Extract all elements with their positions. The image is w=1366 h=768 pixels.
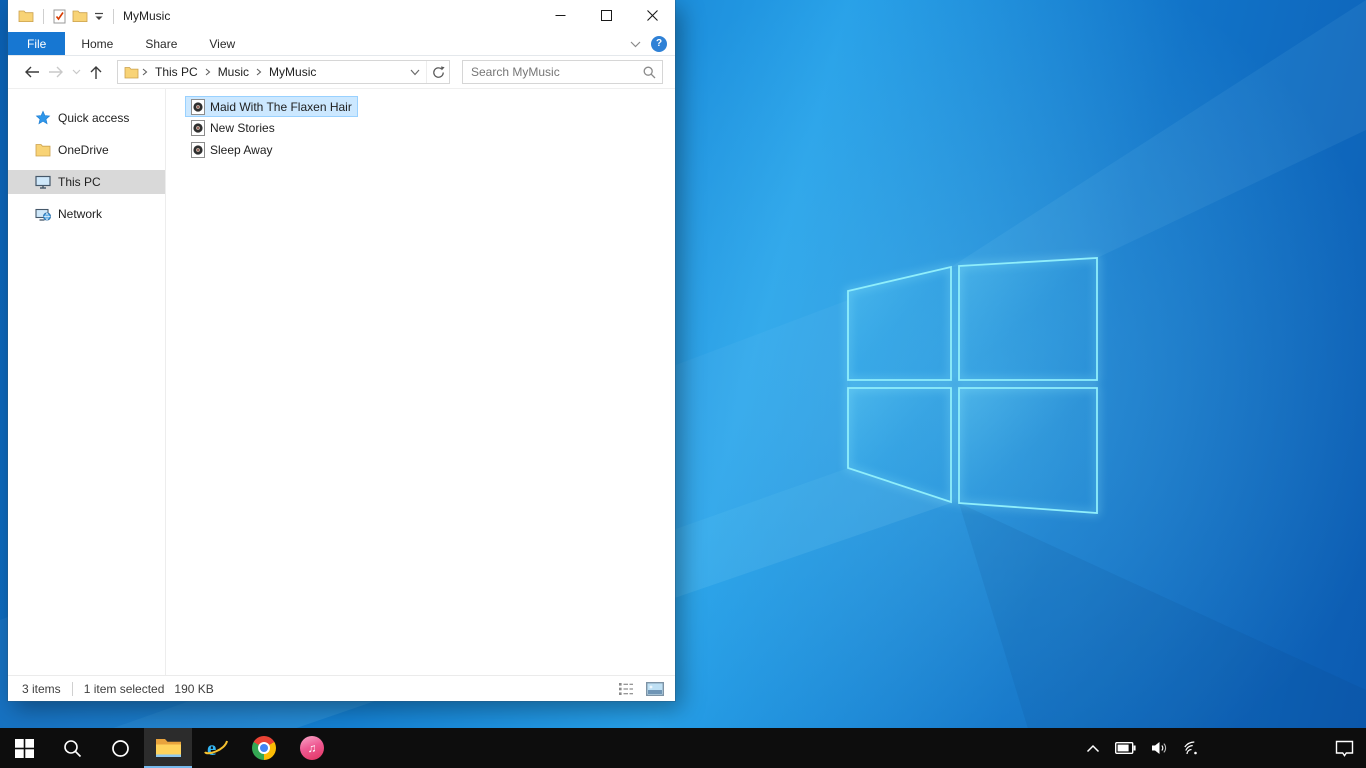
forward-button[interactable]	[44, 60, 68, 84]
breadcrumb: This PC Music MyMusic	[142, 65, 404, 79]
search-box[interactable]	[462, 60, 663, 84]
close-button[interactable]	[629, 0, 675, 30]
file-list[interactable]: Maid With The Flaxen Hair New Stories Sl…	[166, 89, 675, 675]
qat-separator	[43, 8, 44, 24]
tab-home[interactable]: Home	[65, 32, 129, 55]
file-name: Sleep Away	[210, 142, 273, 157]
up-button[interactable]	[84, 60, 108, 84]
taskbar: e ♫	[0, 728, 1366, 768]
audio-file-icon	[191, 120, 205, 136]
refresh-icon[interactable]	[426, 61, 449, 83]
sidebar-item-label: This PC	[58, 175, 101, 189]
start-button[interactable]	[0, 728, 48, 768]
itunes-icon: ♫	[300, 736, 324, 760]
minimize-button[interactable]	[537, 0, 583, 30]
file-explorer-window: MyMusic File Home Share View ? This PC M…	[8, 0, 675, 701]
action-center-icon[interactable]	[1335, 740, 1354, 757]
cortana-button[interactable]	[96, 728, 144, 768]
window-folder-icon	[18, 9, 34, 23]
sidebar-item-this-pc[interactable]: This PC	[8, 170, 165, 194]
taskbar-internet-explorer-button[interactable]: e	[192, 728, 240, 768]
caption-buttons	[537, 0, 675, 32]
selection-size: 190 KB	[174, 681, 214, 696]
expand-ribbon-chevron-icon[interactable]	[630, 37, 641, 51]
this-pc-monitor-icon	[35, 175, 51, 189]
window-title: MyMusic	[123, 9, 171, 23]
taskbar-chrome-button[interactable]	[240, 728, 288, 768]
taskbar-file-explorer-button[interactable]	[144, 728, 192, 768]
status-bar: 3 items 1 item selected 190 KB	[8, 675, 675, 701]
sidebar-item-quick-access[interactable]: Quick access	[8, 106, 165, 130]
search-icon[interactable]	[643, 66, 656, 79]
quick-access-star-icon	[35, 110, 51, 126]
volume-icon[interactable]	[1151, 741, 1169, 755]
back-button[interactable]	[20, 60, 44, 84]
quick-access-toolbar	[18, 8, 117, 24]
window-content: Quick access OneDrive This PC Network Ma…	[8, 89, 675, 675]
sidebar-item-label: OneDrive	[58, 143, 109, 157]
navigation-pane: Quick access OneDrive This PC Network	[8, 89, 166, 675]
address-folder-icon	[124, 66, 139, 79]
taskbar-itunes-button[interactable]: ♫	[288, 728, 336, 768]
chrome-icon	[252, 736, 276, 760]
recent-locations-chevron-icon[interactable]	[68, 60, 84, 84]
address-controls	[404, 61, 449, 83]
tab-view[interactable]: View	[193, 32, 251, 55]
file-name: Maid With The Flaxen Hair	[210, 99, 352, 114]
audio-file-icon	[191, 98, 205, 115]
breadcrumb-chevron-icon[interactable]	[142, 68, 148, 76]
svg-text:e: e	[207, 736, 216, 760]
sidebar-item-network[interactable]: Network	[8, 202, 165, 226]
sidebar-item-onedrive[interactable]: OneDrive	[8, 138, 165, 162]
breadcrumb-chevron-icon[interactable]	[205, 68, 211, 76]
large-thumbnails-view-icon[interactable]	[645, 679, 665, 699]
ribbon-tab-row: File Home Share View ?	[8, 32, 675, 56]
system-tray	[1086, 728, 1366, 768]
ribbon-right-controls: ?	[630, 32, 675, 55]
file-item[interactable]: Sleep Away	[185, 139, 279, 160]
details-view-icon[interactable]	[616, 679, 636, 699]
status-separator	[71, 681, 73, 696]
tab-share[interactable]: Share	[129, 32, 193, 55]
wifi-icon[interactable]	[1184, 741, 1201, 755]
sidebar-item-label: Quick access	[58, 111, 130, 125]
breadcrumb-chevron-icon[interactable]	[256, 68, 262, 76]
address-bar[interactable]: This PC Music MyMusic	[117, 60, 450, 84]
title-bar: MyMusic	[8, 0, 675, 32]
tab-file[interactable]: File	[8, 32, 66, 55]
help-icon[interactable]: ?	[651, 35, 667, 52]
file-item[interactable]: New Stories	[185, 118, 281, 139]
breadcrumb-item-music[interactable]: Music	[213, 65, 254, 79]
customize-quick-access-toolbar-button[interactable]	[94, 12, 104, 21]
maximize-button[interactable]	[583, 0, 629, 30]
taskbar-search-button[interactable]	[48, 728, 96, 768]
audio-file-icon	[191, 141, 205, 158]
sidebar-item-label: Network	[58, 207, 103, 221]
new-folder-button[interactable]	[72, 9, 88, 23]
network-icon	[35, 207, 51, 221]
address-dropdown-chevron-icon[interactable]	[404, 61, 426, 83]
search-input[interactable]	[471, 65, 643, 79]
file-name: New Stories	[210, 121, 275, 135]
properties-button[interactable]	[53, 9, 66, 24]
items-count: 3 items	[22, 681, 61, 696]
selection-count: 1 item selected	[83, 681, 165, 696]
breadcrumb-item-mymusic[interactable]: MyMusic	[264, 65, 321, 79]
navigation-toolbar: This PC Music MyMusic	[8, 56, 675, 89]
breadcrumb-item-this-pc[interactable]: This PC	[150, 65, 203, 79]
file-item-selected[interactable]: Maid With The Flaxen Hair	[185, 96, 358, 117]
view-toggle-buttons	[616, 679, 665, 699]
qat-separator	[113, 8, 114, 24]
battery-icon[interactable]	[1115, 742, 1136, 754]
hidden-icons-chevron-icon[interactable]	[1086, 744, 1100, 753]
onedrive-folder-icon	[35, 143, 51, 157]
